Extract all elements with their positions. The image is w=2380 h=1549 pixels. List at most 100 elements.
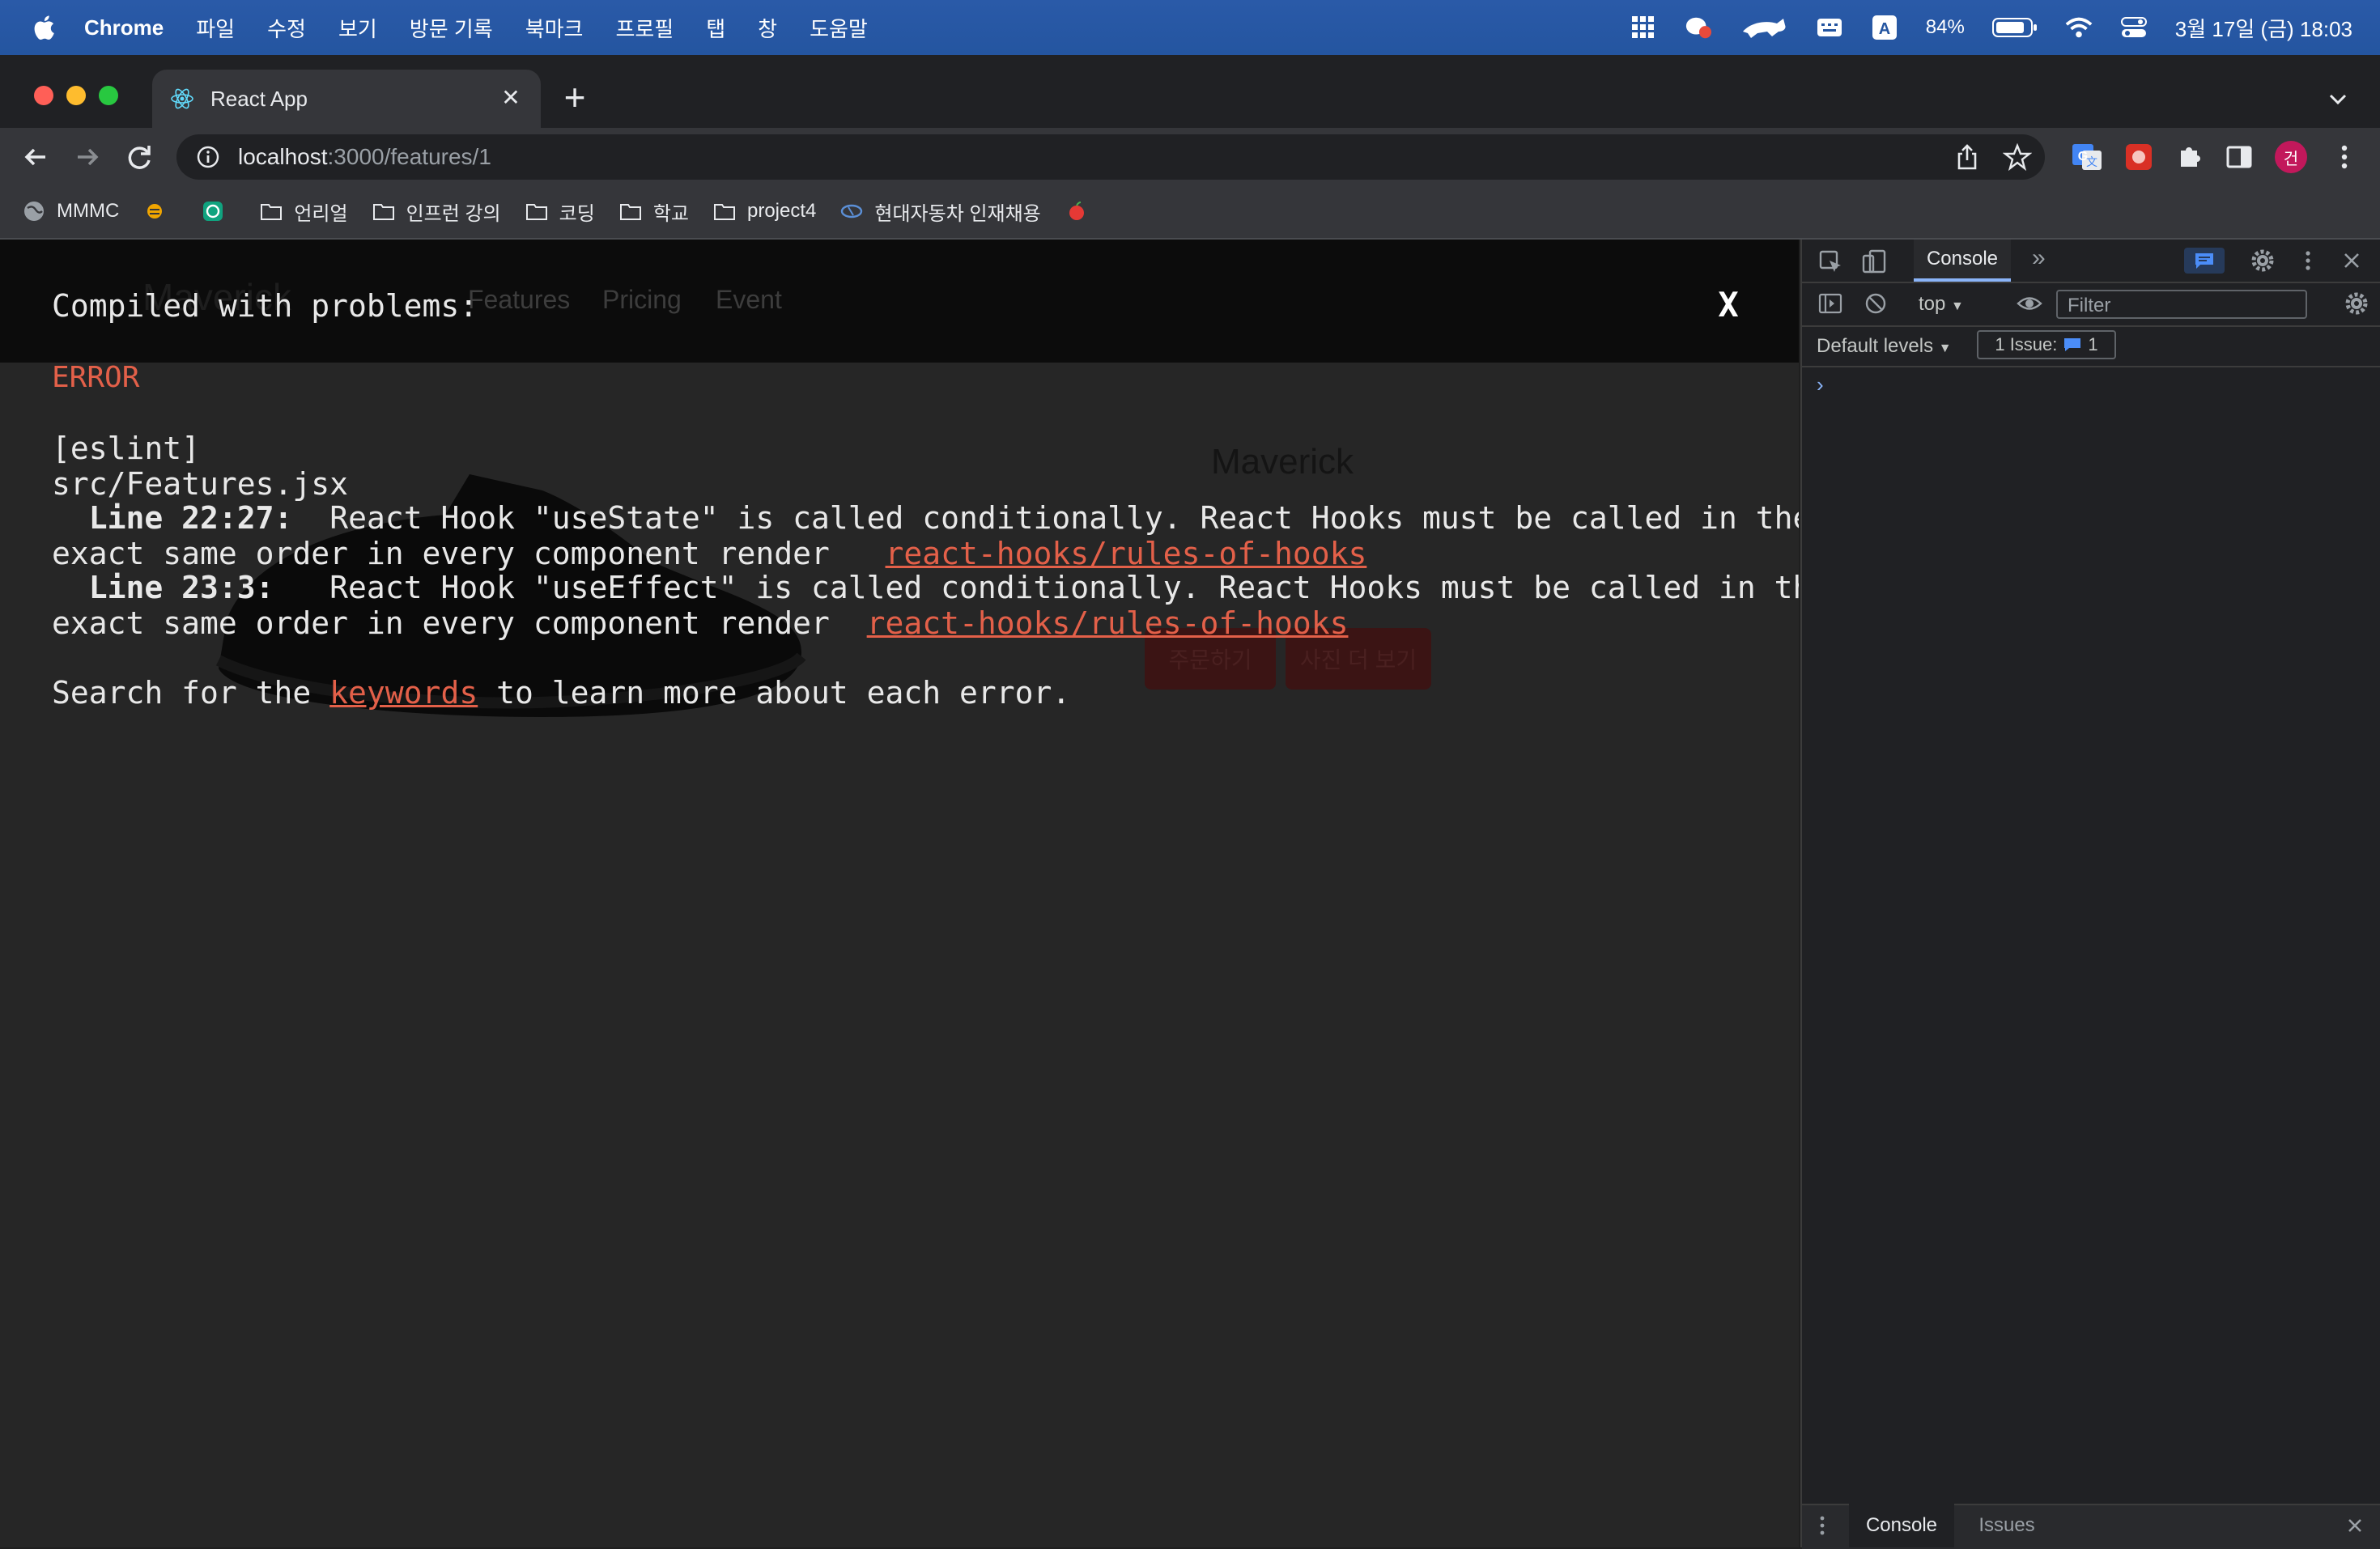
input-source-icon[interactable]: A <box>1871 14 1898 41</box>
sidebar-toggle-icon[interactable] <box>1817 290 1844 317</box>
menu-app-name[interactable]: Chrome <box>84 15 164 40</box>
window-minimize-icon[interactable] <box>66 86 86 105</box>
bookmark-folder-project4[interactable]: project4 <box>713 200 816 223</box>
log-levels-dropdown[interactable]: Default levels ▼ <box>1817 335 1952 358</box>
bookmark-folder-coding[interactable]: 코딩 <box>525 197 595 226</box>
back-arrow-icon[interactable] <box>18 139 53 175</box>
extension-red-icon[interactable] <box>2121 139 2157 175</box>
wifi-icon[interactable] <box>2065 14 2093 41</box>
control-center-icon[interactable] <box>2120 14 2148 41</box>
error-line-2b: exact same order in every component rend… <box>52 605 1348 641</box>
app-nav-event[interactable]: Event <box>716 285 782 315</box>
side-panel-icon[interactable] <box>2221 139 2257 175</box>
window-close-icon[interactable] <box>34 86 53 105</box>
app-nav-pricing[interactable]: Pricing <box>602 285 682 315</box>
bookmark-star-icon[interactable] <box>2003 142 2032 172</box>
bookmark-apple[interactable] <box>1065 200 1099 223</box>
bookmark-mmmc[interactable]: MMMC <box>23 200 119 223</box>
menu-help[interactable]: 도움말 <box>810 13 868 43</box>
runcat-icon[interactable] <box>1740 14 1788 41</box>
openai-icon <box>203 202 223 221</box>
svg-text:文: 文 <box>2086 155 2097 168</box>
address-bar[interactable]: localhost:3000/features/1 <box>176 134 2045 180</box>
bee-icon <box>147 204 163 219</box>
inspect-element-icon[interactable] <box>1817 248 1844 275</box>
error-1-message-cont: exact same order in every component rend… <box>52 536 886 571</box>
search-hint-prefix: Search for the <box>52 675 330 711</box>
error-1-location: Line 22:27: <box>88 500 293 536</box>
profile-avatar[interactable]: 건 <box>2275 141 2307 173</box>
globe-icon <box>24 202 44 221</box>
error-1-message: React Hook "useState" is called conditio… <box>292 500 1799 536</box>
new-tab-icon[interactable]: + <box>559 79 591 116</box>
react-logo-icon <box>171 88 193 109</box>
settings-gear-icon[interactable] <box>2249 247 2276 274</box>
issues-counter-button[interactable] <box>2184 248 2225 274</box>
error-2-location: Line 23:3: <box>88 570 274 605</box>
site-info-icon[interactable] <box>196 145 220 169</box>
clock[interactable]: 3월 17일 (금) 18:03 <box>2175 13 2352 43</box>
bookmark-hyundai[interactable]: 현대자동차 인재채용 <box>840 197 1041 226</box>
folder-icon <box>619 204 641 220</box>
console-prompt[interactable]: › <box>1817 372 1824 397</box>
devtools-close-icon[interactable] <box>2338 247 2365 274</box>
error-2-rule-link[interactable]: react-hooks/rules-of-hooks <box>867 605 1349 641</box>
forward-arrow-icon[interactable] <box>70 139 105 175</box>
error-label: ERROR <box>52 361 140 394</box>
bookmark-bee[interactable] <box>143 200 177 223</box>
app-nav-features[interactable]: Features <box>468 285 570 315</box>
error-1-rule-link[interactable]: react-hooks/rules-of-hooks <box>886 536 1367 571</box>
issue-message-icon <box>2064 338 2081 351</box>
dropdown-arrow-icon: ▼ <box>1938 342 1952 355</box>
battery-icon[interactable] <box>1991 14 2038 41</box>
menu-view[interactable]: 보기 <box>338 13 377 43</box>
chat-notification-icon[interactable] <box>1685 14 1712 41</box>
devtools-tab-console[interactable]: Console <box>1914 240 2011 282</box>
menu-tab[interactable]: 탭 <box>706 13 725 43</box>
window-zoom-icon[interactable] <box>99 86 118 105</box>
bookmark-label: 코딩 <box>559 202 595 225</box>
bookmark-openai[interactable] <box>202 200 236 223</box>
issues-button[interactable]: 1 Issue: 1 <box>1977 330 2116 359</box>
device-toolbar-icon[interactable] <box>1860 248 1888 275</box>
context-selector[interactable]: top ▼ <box>1919 293 1964 316</box>
overlay-close-button[interactable]: X <box>1708 285 1749 325</box>
tab-search-chevron-icon[interactable] <box>2323 84 2352 113</box>
bookmark-folder-school[interactable]: 학교 <box>619 197 689 226</box>
share-icon[interactable] <box>1953 142 1982 172</box>
apple-fruit-icon <box>1069 202 1084 220</box>
drawer-tab-issues[interactable]: Issues <box>1962 1504 2051 1547</box>
drawer-tab-console[interactable]: Console <box>1849 1504 1954 1547</box>
live-expression-eye-icon[interactable] <box>2016 290 2043 317</box>
web-page: Maverick Features Pricing Event Compiled… <box>0 240 1799 1547</box>
menu-bookmarks[interactable]: 북마크 <box>525 13 584 43</box>
eslint-source: [eslint] <box>52 431 201 466</box>
more-tabs-icon[interactable]: » <box>2032 244 2046 272</box>
bookmark-label: 학교 <box>652 202 689 225</box>
drawer-menu-icon[interactable] <box>1808 1512 1836 1539</box>
menu-window[interactable]: 창 <box>758 13 777 43</box>
chrome-menu-icon[interactable] <box>2327 139 2362 175</box>
reload-icon[interactable] <box>121 139 157 175</box>
menu-edit[interactable]: 수정 <box>267 13 306 43</box>
console-filter-input[interactable]: Filter <box>2056 290 2307 319</box>
clear-console-icon[interactable] <box>1862 290 1889 317</box>
keyboard-icon[interactable] <box>1816 14 1843 41</box>
bookmark-folder-inflearn[interactable]: 인프런 강의 <box>372 197 501 226</box>
google-translate-icon[interactable]: G文 <box>2069 139 2105 175</box>
menu-file[interactable]: 파일 <box>196 13 235 43</box>
issues-label: 1 Issue: <box>1995 334 2058 354</box>
menu-profiles[interactable]: 프로필 <box>615 13 674 43</box>
drawer-close-icon[interactable] <box>2341 1512 2369 1539</box>
bookmark-folder-unreal[interactable]: 언리얼 <box>260 197 348 226</box>
browser-tab[interactable]: React App ✕ <box>152 70 541 128</box>
menu-history[interactable]: 방문 기록 <box>410 13 493 43</box>
devtools-tabbar <box>1802 240 2380 283</box>
keywords-link[interactable]: keywords <box>329 675 478 711</box>
console-settings-icon[interactable] <box>2343 290 2370 317</box>
extensions-puzzle-icon[interactable] <box>2171 139 2207 175</box>
grid-app-icon[interactable] <box>1630 14 1657 41</box>
tab-close-icon[interactable]: ✕ <box>497 84 525 112</box>
devtools-menu-icon[interactable] <box>2294 247 2322 274</box>
apple-logo-icon[interactable] <box>32 15 55 40</box>
